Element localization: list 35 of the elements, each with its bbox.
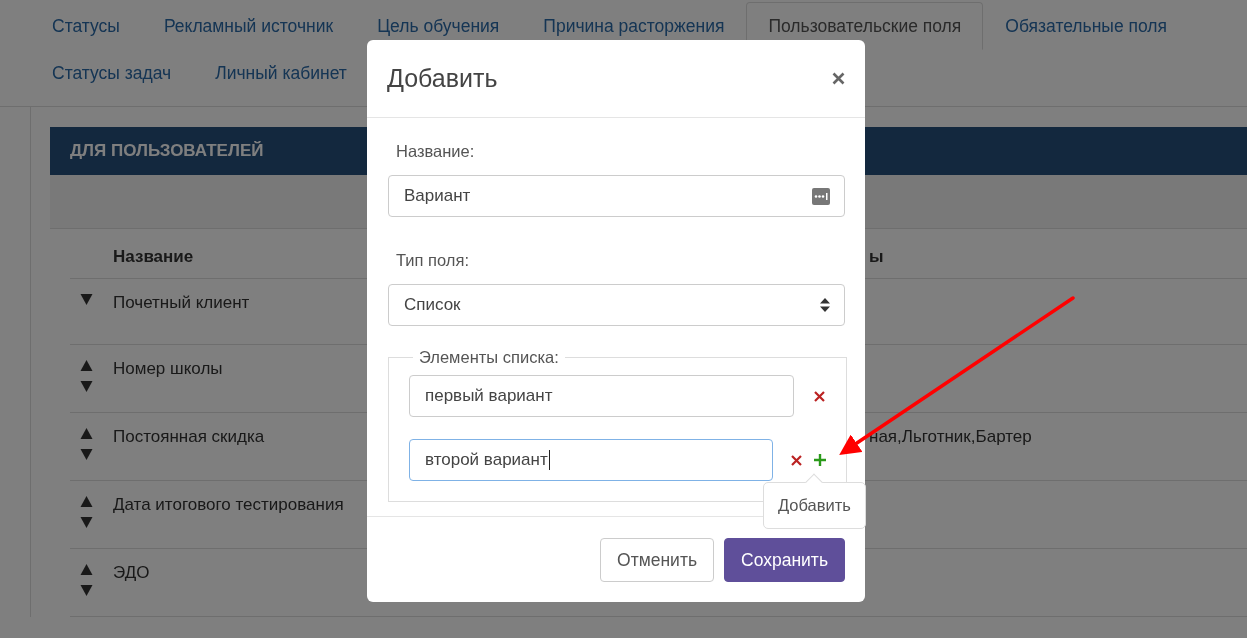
table-cell: ЭДО: [113, 563, 150, 582]
section-title: ДЛЯ ПОЛЬЗОВАТЕЛЕЙ: [70, 141, 264, 161]
group-legend: Элементы списка:: [413, 348, 565, 367]
table-cell: ная,Льготник,Бартер: [869, 427, 1032, 446]
input-field[interactable]: Вариант: [388, 175, 845, 217]
select-field[interactable]: Список: [388, 284, 845, 326]
down-arrow-icon[interactable]: [80, 380, 93, 393]
add-icon[interactable]: [814, 454, 826, 466]
up-arrow-icon[interactable]: [80, 563, 93, 576]
table-cell: Номер школы: [113, 359, 223, 378]
table-cell: Почетный клиент: [113, 293, 250, 312]
down-arrow-icon[interactable]: [80, 584, 93, 597]
column-header: ы: [869, 247, 884, 266]
sort-caret-icon: [820, 298, 830, 312]
down-arrow-icon[interactable]: [80, 293, 93, 306]
cancel-button[interactable]: Отменить: [600, 538, 715, 582]
input-field[interactable]: второй вариант: [409, 439, 773, 481]
field-label: Тип поля:: [395, 251, 470, 270]
up-arrow-icon[interactable]: [80, 359, 93, 372]
remove-icon[interactable]: [791, 454, 802, 466]
table-cell: Дата итогового тестирования: [113, 495, 344, 514]
dialog-title: Добавить: [387, 64, 498, 93]
down-arrow-icon[interactable]: [80, 448, 93, 461]
close-icon[interactable]: [832, 72, 845, 85]
password-manager-icon[interactable]: [812, 187, 830, 205]
tab[interactable]: Пользовательские поля: [746, 2, 984, 50]
remove-icon[interactable]: [814, 390, 825, 402]
input-field[interactable]: первый вариант: [409, 375, 794, 417]
up-arrow-icon[interactable]: [80, 427, 93, 440]
field-label: Название:: [395, 142, 476, 161]
save-button[interactable]: Сохранить: [724, 538, 845, 582]
column-header: Название: [113, 247, 194, 266]
up-arrow-icon[interactable]: [80, 495, 93, 508]
table-cell: Постоянная скидка: [113, 427, 265, 446]
down-arrow-icon[interactable]: [80, 516, 93, 529]
